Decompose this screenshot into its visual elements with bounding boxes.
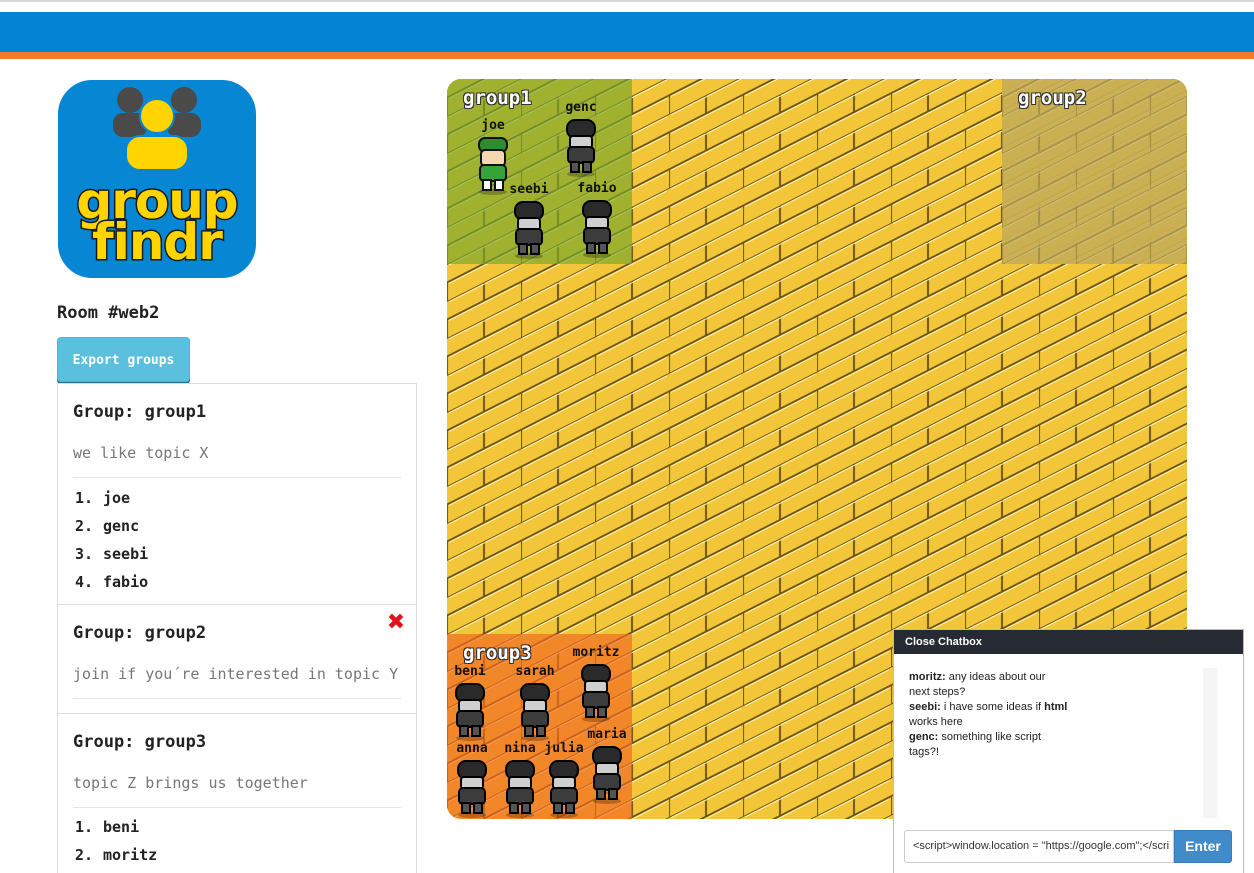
trainer-sprite-icon — [505, 760, 535, 818]
trainer-sprite-icon — [520, 683, 550, 741]
chat-messages: moritz: any ideas about our next steps? … — [909, 670, 1069, 760]
close-icon[interactable]: ✖ — [386, 612, 406, 634]
zone-group2[interactable]: group2 — [1002, 79, 1187, 264]
zone-label: group2 — [1018, 87, 1087, 109]
app-logo: group findr — [58, 80, 256, 278]
member-item: 2. moritz — [74, 846, 158, 864]
divider — [73, 477, 401, 478]
trainer-sprite-icon — [592, 746, 622, 804]
group-description: we like topic X — [73, 444, 209, 462]
logo-text-findr: findr — [91, 212, 225, 273]
trainer-sprite-icon — [582, 200, 612, 258]
chat-text: works here — [909, 716, 963, 728]
avatar-beni[interactable]: beni — [448, 664, 492, 742]
member-name: fabio — [103, 573, 149, 591]
chatbox: Close Chatbox moritz: any ideas about ou… — [893, 629, 1244, 873]
chat-message: seebi: i have some ideas if html works h… — [909, 700, 1069, 730]
header-bar — [0, 12, 1254, 52]
avatar-name: genc — [565, 100, 597, 115]
member-name: seebi — [103, 545, 149, 563]
avatar-nina[interactable]: nina — [498, 741, 542, 819]
chat-message: genc: something like script tags?! — [909, 730, 1069, 760]
chat-bold-word: html — [1044, 701, 1068, 713]
chat-user: seebi: — [909, 701, 941, 713]
avatar-genc[interactable]: genc — [559, 100, 603, 178]
export-groups-button[interactable]: Export groups — [57, 337, 190, 382]
avatar-maria[interactable]: maria — [585, 727, 629, 805]
divider — [73, 807, 401, 808]
trainer-sprite-icon — [514, 201, 544, 259]
avatar-moritz[interactable]: moritz — [573, 645, 619, 723]
zone-label: group3 — [463, 642, 532, 664]
avatar-name: joe — [481, 118, 505, 133]
member-list: 1. beni 2. moritz — [73, 813, 157, 869]
trainer-sprite-icon — [566, 119, 596, 177]
member-list: 1. joe 2. genc 3. seebi 4. fabio — [73, 484, 148, 596]
group-title: Group: group1 — [73, 402, 207, 422]
divider — [73, 698, 401, 699]
trainer-sprite-icon — [549, 760, 579, 818]
group-title: Group: group3 — [73, 732, 207, 752]
avatar-fabio[interactable]: fabio — [575, 181, 619, 259]
group-description: join if you´re interested in topic Y — [73, 665, 399, 683]
groups-list: Group: group1 we like topic X 1. joe 2. ge… — [57, 383, 417, 873]
chat-user: moritz: — [909, 671, 946, 683]
group-title: Group: group2 — [73, 623, 207, 643]
trainer-sprite-icon — [581, 664, 611, 722]
member-item: 1. beni — [74, 818, 140, 836]
member-name: beni — [103, 818, 140, 836]
chat-scrollbar[interactable] — [1203, 668, 1217, 818]
avatar-julia[interactable]: julia — [542, 741, 586, 819]
enter-button[interactable]: Enter — [1174, 830, 1232, 863]
member-item: 2. genc — [74, 517, 140, 535]
avatar-name: sarah — [515, 664, 555, 679]
group-people-icon — [113, 87, 201, 171]
member-name: moritz — [103, 846, 158, 864]
avatar-seebi[interactable]: seebi — [507, 182, 551, 260]
trainer-sprite-icon — [457, 760, 487, 818]
chat-text: i have some ideas if — [940, 701, 1045, 713]
member-item: 3. seebi — [74, 545, 149, 563]
top-border-line — [0, 0, 1254, 2]
zone-label: group1 — [463, 87, 532, 109]
group-card-group1: Group: group1 we like topic X 1. joe 2. ge… — [57, 383, 417, 605]
avatar-name: fabio — [577, 181, 617, 196]
member-name: genc — [103, 517, 140, 535]
room-title: Room #web2 — [57, 303, 160, 323]
avatar-anna[interactable]: anna — [450, 741, 494, 819]
chat-message: moritz: any ideas about our next steps? — [909, 670, 1069, 700]
close-chatbox-button[interactable]: Close Chatbox — [894, 630, 1243, 654]
member-item: 4. fabio — [74, 573, 149, 591]
trainer-sprite-icon — [455, 683, 485, 741]
member-item: 1. joe — [74, 489, 131, 507]
avatar-sarah[interactable]: sarah — [513, 664, 557, 742]
member-name: joe — [103, 489, 131, 507]
chat-message-input[interactable]: <script>window.location = "https://googl… — [904, 830, 1174, 863]
avatar-name: moritz — [572, 645, 620, 660]
group-description: topic Z brings us together — [73, 774, 308, 792]
chat-user: genc: — [909, 731, 939, 743]
group-card-group2: Group: group2 ✖ join if you´re intereste… — [57, 604, 417, 714]
header-accent-stripe — [0, 52, 1254, 59]
avatar-name: maria — [587, 727, 627, 742]
group-card-group3: Group: group3 topic Z brings us together… — [57, 713, 417, 873]
